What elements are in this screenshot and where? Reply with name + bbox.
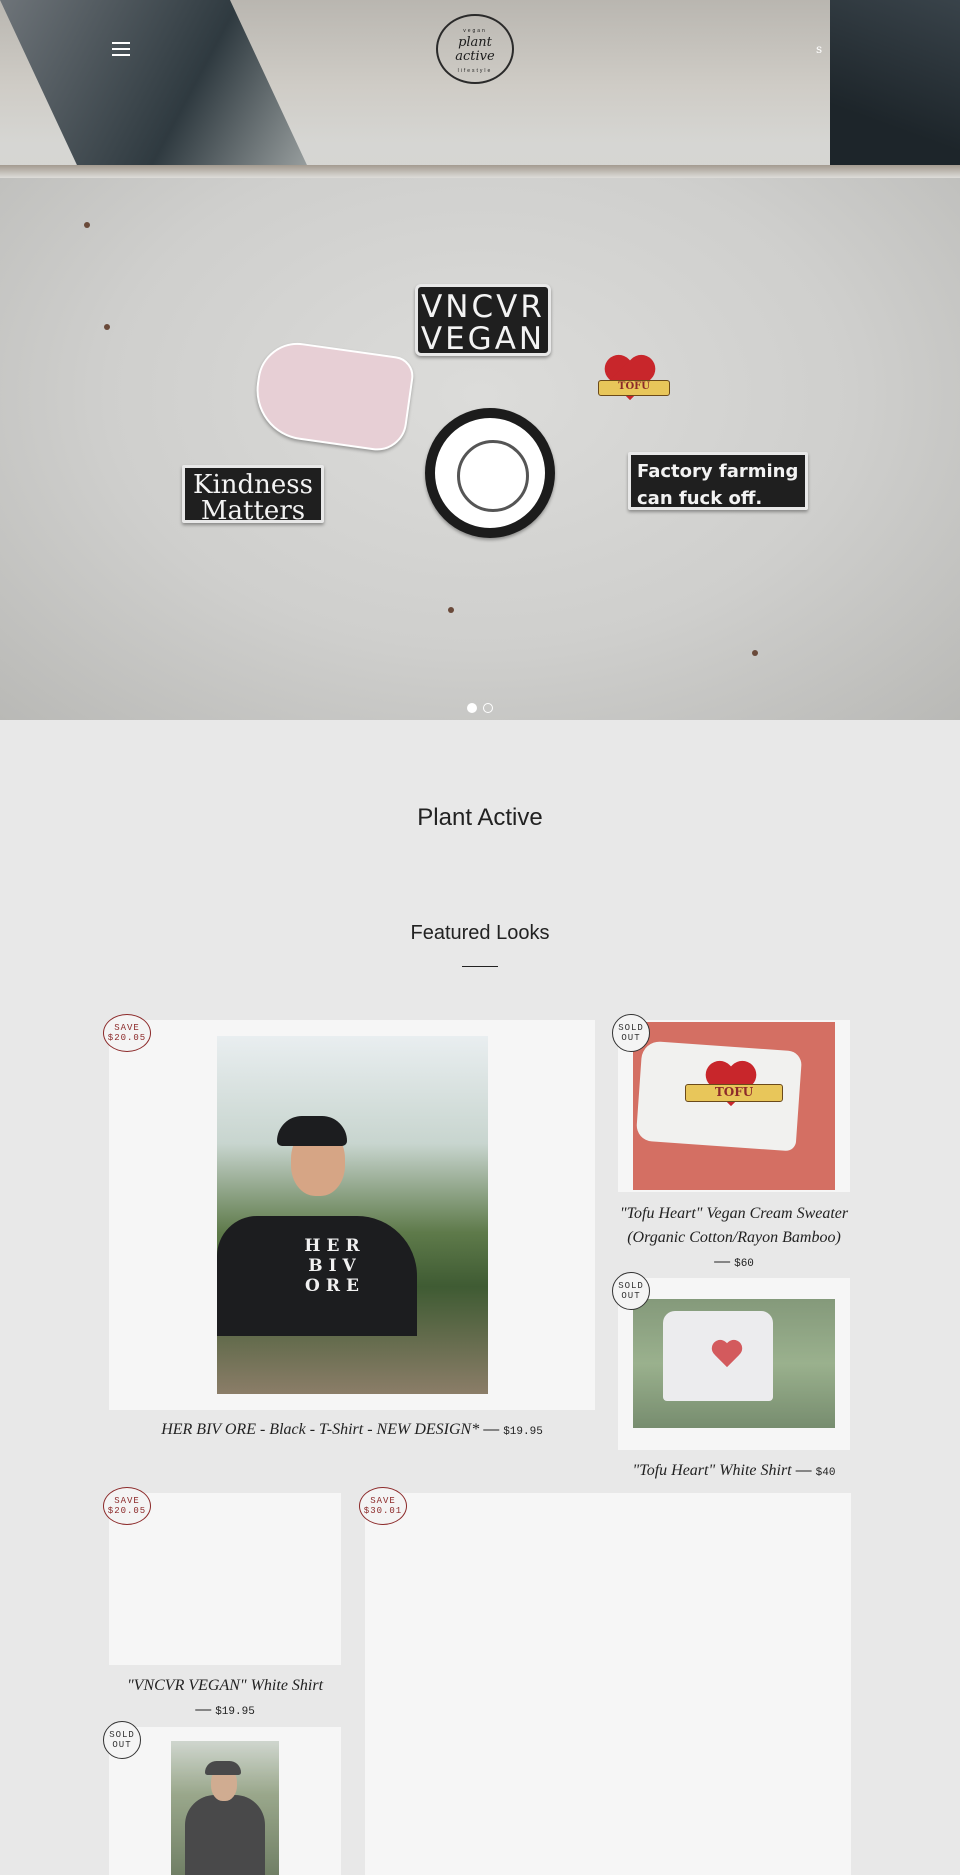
product-price: $60: [734, 1258, 754, 1270]
product-card-tofu-sweater[interactable]: TOFU: [618, 1020, 850, 1192]
logo-bottom-text: lifestyle: [457, 68, 493, 74]
badge-line: OUT: [621, 1033, 641, 1043]
sold-out-badge: SOLD OUT: [612, 1272, 650, 1310]
badge-line: SOLD: [618, 1023, 644, 1033]
product-title-vncvr-vegan-shirt[interactable]: "VNCVR VEGAN" White Shirt — $19.95: [109, 1674, 341, 1724]
badge-line: OUT: [621, 1291, 641, 1301]
badge-line: SOLD: [109, 1730, 135, 1740]
product-image: [633, 1299, 835, 1428]
product-title-herbivore[interactable]: HER BIV ORE - Black - T-Shirt - NEW DESI…: [109, 1418, 595, 1444]
cart-link[interactable]: s: [816, 42, 822, 56]
hoodie-shape: [185, 1795, 265, 1875]
cap-shape: [277, 1116, 347, 1146]
product-title[interactable]: HER BIV ORE - Black - T-Shirt - NEW DESI…: [161, 1421, 479, 1438]
badge-line: SAVE: [114, 1496, 140, 1506]
product-title-tofu-white-shirt[interactable]: "Tofu Heart" White Shirt — $40: [618, 1459, 850, 1485]
sticker-animals-circle: [425, 408, 555, 538]
save-badge: SAVE $20.05: [103, 1487, 151, 1525]
product-title[interactable]: "Tofu Heart" Vegan Cream Sweater (Organi…: [618, 1202, 850, 1250]
product-image: HER BIV ORE: [217, 1036, 488, 1394]
heart-icon: [710, 1341, 744, 1370]
product-card-hoodie[interactable]: [109, 1727, 341, 1875]
product-title[interactable]: "VNCVR VEGAN" White Shirt: [109, 1674, 341, 1698]
sold-out-badge: SOLD OUT: [103, 1721, 141, 1759]
product-price: $19.95: [503, 1426, 543, 1438]
featured-heading: Featured Looks: [410, 922, 550, 944]
sticker-factory-farming: Factory farming can fuck off.: [628, 452, 808, 510]
save-badge: SAVE $20.05: [103, 1014, 151, 1052]
sticker-tofu-heart: TOFU: [580, 344, 686, 436]
hero-ledge: [0, 165, 960, 179]
shirt-print: HER BIV ORE: [304, 1236, 366, 1296]
tofu-banner: TOFU: [598, 380, 670, 396]
badge-line: SAVE: [114, 1023, 140, 1033]
paint-chip: [84, 222, 90, 228]
badge-line: $30.01: [363, 1506, 403, 1516]
cap-shape: [205, 1761, 241, 1775]
badge-line: $20.05: [107, 1033, 147, 1043]
badge-line: OUT: [112, 1740, 132, 1750]
product-image: [171, 1741, 279, 1875]
product-card-tofu-white-shirt[interactable]: [618, 1278, 850, 1450]
paint-chip: [752, 650, 758, 656]
sold-out-badge: SOLD OUT: [612, 1014, 650, 1052]
logo-top-text: vegan: [463, 28, 487, 34]
logo-main-text: plant active: [455, 35, 495, 64]
hero-window-right: [830, 0, 960, 170]
product-image: TOFU: [633, 1022, 835, 1190]
site-logo[interactable]: vegan plant active lifestyle: [436, 14, 514, 84]
paint-chip: [104, 324, 110, 330]
product-price: $40: [815, 1467, 836, 1479]
tofu-banner: TOFU: [685, 1084, 783, 1102]
heading-divider: [462, 966, 498, 967]
product-card-herbivore[interactable]: HER BIV ORE: [109, 1020, 595, 1410]
hamburger-menu-icon[interactable]: [112, 42, 130, 56]
paint-chip: [448, 607, 454, 613]
product-title-tofu-sweater[interactable]: "Tofu Heart" Vegan Cream Sweater (Organi…: [618, 1202, 850, 1276]
badge-line: SOLD: [618, 1281, 644, 1291]
hero-window-left: [0, 0, 310, 170]
slide-dot-1[interactable]: [467, 702, 477, 713]
save-badge: SAVE $30.01: [359, 1487, 407, 1525]
badge-line: SAVE: [370, 1496, 396, 1506]
slide-dot-2[interactable]: [483, 702, 493, 713]
sticker-kindness-matters: Kindness Matters: [182, 465, 324, 524]
hero-slideshow: VNCVR VEGAN TOFU Kindness Matters Factor…: [0, 0, 960, 720]
site-title: Plant Active: [417, 804, 543, 831]
slideshow-dots: [0, 699, 960, 717]
product-card-large[interactable]: [365, 1493, 851, 1875]
product-price: $19.95: [215, 1706, 255, 1718]
product-title[interactable]: "Tofu Heart" White Shirt: [633, 1462, 792, 1479]
sticker-vncvr-vegan: VNCVR VEGAN: [415, 284, 551, 356]
badge-line: $20.05: [107, 1506, 147, 1516]
